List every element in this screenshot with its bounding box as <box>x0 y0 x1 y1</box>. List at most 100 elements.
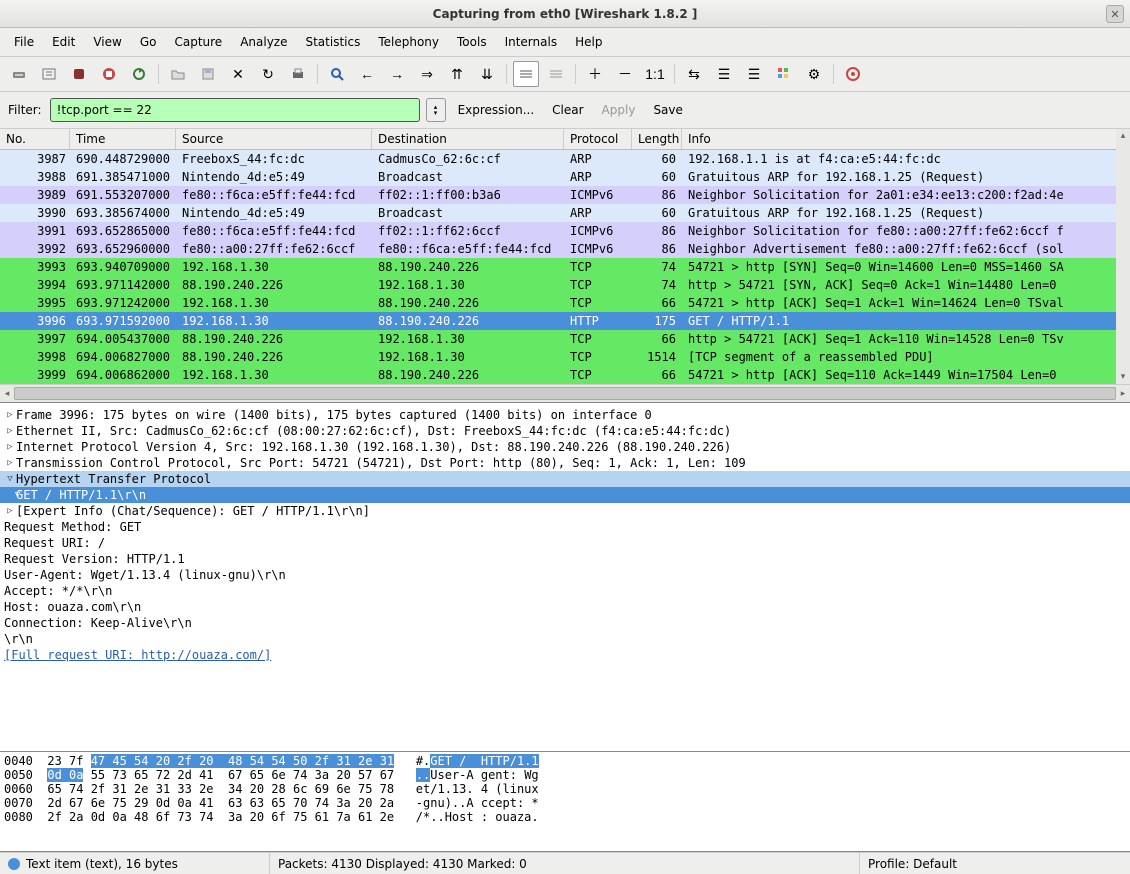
menu-file[interactable]: File <box>6 32 42 52</box>
packet-row[interactable]: 3994693.97114200088.190.240.226192.168.1… <box>0 276 1130 294</box>
detail-frame[interactable]: ▷Frame 3996: 175 bytes on wire (1400 bit… <box>0 407 1130 423</box>
capture-filters-icon[interactable]: ☰ <box>711 61 737 87</box>
filter-dropdown[interactable]: ▴▾ <box>426 98 446 122</box>
packet-details-pane[interactable]: ▷Frame 3996: 175 bytes on wire (1400 bit… <box>0 403 1130 752</box>
packet-row[interactable]: 3993693.940709000192.168.1.3088.190.240.… <box>0 258 1130 276</box>
find-icon[interactable] <box>324 61 350 87</box>
stop-capture-icon[interactable] <box>96 61 122 87</box>
status-right[interactable]: Profile: Default <box>860 853 1130 874</box>
packet-row[interactable]: 3998694.00682700088.190.240.226192.168.1… <box>0 348 1130 366</box>
hex-row[interactable]: 0070 2d 67 6e 75 29 0d 0a 41 63 63 65 70… <box>4 796 1126 810</box>
detail-accept[interactable]: Accept: */*\r\n <box>0 583 1130 599</box>
close-button[interactable]: ✕ <box>1106 5 1124 23</box>
detail-conn[interactable]: Connection: Keep-Alive\r\n <box>0 615 1130 631</box>
interfaces-icon[interactable] <box>6 61 32 87</box>
packet-row[interactable]: 3992693.652960000fe80::a00:27ff:fe62:6cc… <box>0 240 1130 258</box>
packet-row[interactable]: 3988691.385471000Nintendo_4d:e5:49Broadc… <box>0 168 1130 186</box>
col-source[interactable]: Source <box>176 129 372 149</box>
help-icon[interactable] <box>840 61 866 87</box>
autoscroll-icon[interactable] <box>543 61 569 87</box>
options-icon[interactable] <box>36 61 62 87</box>
go-forward-icon[interactable]: → <box>384 61 410 87</box>
menu-telephony[interactable]: Telephony <box>370 32 447 52</box>
apply-button[interactable]: Apply <box>596 101 642 119</box>
detail-get-line[interactable]: ▽ GET / HTTP/1.1\r\n <box>0 487 1130 503</box>
col-no[interactable]: No. <box>0 129 70 149</box>
separator <box>317 64 318 84</box>
detail-fulluri[interactable]: [Full request URI: http://ouaza.com/] <box>0 647 1130 663</box>
clear-button[interactable]: Clear <box>546 101 589 119</box>
detail-method[interactable]: Request Method: GET <box>0 519 1130 535</box>
colorize-icon[interactable] <box>513 61 539 87</box>
separator <box>506 64 507 84</box>
detail-uri[interactable]: Request URI: / <box>0 535 1130 551</box>
separator <box>575 64 576 84</box>
save-file-icon[interactable] <box>195 61 221 87</box>
packet-row[interactable]: 3997694.00543700088.190.240.226192.168.1… <box>0 330 1130 348</box>
menu-go[interactable]: Go <box>132 32 165 52</box>
close-file-icon[interactable]: ✕ <box>225 61 251 87</box>
detail-tcp[interactable]: ▷Transmission Control Protocol, Src Port… <box>0 455 1130 471</box>
preferences-icon[interactable]: ⚙ <box>801 61 827 87</box>
packet-list-body[interactable]: 3987690.448729000FreeboxS_44:fc:dcCadmus… <box>0 150 1130 384</box>
detail-host[interactable]: Host: ouaza.com\r\n <box>0 599 1130 615</box>
packet-row[interactable]: 3996693.971592000192.168.1.3088.190.240.… <box>0 312 1130 330</box>
packet-row[interactable]: 3995693.971242000192.168.1.3088.190.240.… <box>0 294 1130 312</box>
col-length[interactable]: Length <box>632 129 682 149</box>
menu-help[interactable]: Help <box>567 32 610 52</box>
expert-indicator-icon[interactable] <box>8 858 20 870</box>
zoom-in-icon[interactable]: ＋ <box>582 61 608 87</box>
hex-row[interactable]: 0060 65 74 2f 31 2e 31 33 2e 34 20 28 6c… <box>4 782 1126 796</box>
packet-list-header: No. Time Source Destination Protocol Len… <box>0 129 1130 150</box>
display-filters-icon[interactable]: ☰ <box>741 61 767 87</box>
menu-capture[interactable]: Capture <box>166 32 230 52</box>
packet-row[interactable]: 3990693.385674000Nintendo_4d:e5:49Broadc… <box>0 204 1130 222</box>
menu-analyze[interactable]: Analyze <box>232 32 295 52</box>
menu-view[interactable]: View <box>85 32 129 52</box>
detail-expert[interactable]: ▷ [Expert Info (Chat/Sequence): GET / HT… <box>0 503 1130 519</box>
zoom-out-icon[interactable]: － <box>612 61 638 87</box>
resize-columns-icon[interactable]: ⇆ <box>681 61 707 87</box>
detail-crlf[interactable]: \r\n <box>0 631 1130 647</box>
main-toolbar: ✕ ↻ ← → ⇒ ⇈ ⇊ ＋ － 1:1 ⇆ ☰ ☰ ⚙ <box>0 57 1130 92</box>
open-file-icon[interactable] <box>165 61 191 87</box>
restart-capture-icon[interactable] <box>126 61 152 87</box>
packet-row[interactable]: 3989691.553207000fe80::f6ca:e5ff:fe44:fc… <box>0 186 1130 204</box>
menu-tools[interactable]: Tools <box>449 32 495 52</box>
start-capture-icon[interactable] <box>66 61 92 87</box>
reload-icon[interactable]: ↻ <box>255 61 281 87</box>
packet-row[interactable]: 3999694.006862000192.168.1.3088.190.240.… <box>0 366 1130 384</box>
menu-statistics[interactable]: Statistics <box>297 32 368 52</box>
hex-row[interactable]: 0040 23 7f 47 45 54 20 2f 20 48 54 54 50… <box>4 754 1126 768</box>
zoom-reset-icon[interactable]: 1:1 <box>642 61 668 87</box>
go-back-icon[interactable]: ← <box>354 61 380 87</box>
hex-row[interactable]: 0050 0d 0a 55 73 65 72 2d 41 67 65 6e 74… <box>4 768 1126 782</box>
detail-http[interactable]: ▽Hypertext Transfer Protocol <box>0 471 1130 487</box>
menu-edit[interactable]: Edit <box>44 32 83 52</box>
vertical-scrollbar[interactable]: ▴▾ <box>1116 129 1130 384</box>
packet-bytes-pane[interactable]: 0040 23 7f 47 45 54 20 2f 20 48 54 54 50… <box>0 752 1130 852</box>
print-icon[interactable] <box>285 61 311 87</box>
menu-internals[interactable]: Internals <box>497 32 566 52</box>
detail-ethernet[interactable]: ▷Ethernet II, Src: CadmusCo_62:6c:cf (08… <box>0 423 1130 439</box>
horizontal-scrollbar[interactable]: ◂▸ <box>0 384 1130 402</box>
col-protocol[interactable]: Protocol <box>564 129 632 149</box>
filter-label: Filter: <box>8 103 44 117</box>
col-time[interactable]: Time <box>70 129 176 149</box>
col-info[interactable]: Info <box>682 129 1130 149</box>
detail-version[interactable]: Request Version: HTTP/1.1 <box>0 551 1130 567</box>
packet-row[interactable]: 3987690.448729000FreeboxS_44:fc:dcCadmus… <box>0 150 1130 168</box>
go-to-packet-icon[interactable]: ⇒ <box>414 61 440 87</box>
go-last-icon[interactable]: ⇊ <box>474 61 500 87</box>
filter-input[interactable] <box>50 98 420 122</box>
col-destination[interactable]: Destination <box>372 129 564 149</box>
expression-button[interactable]: Expression... <box>452 101 541 119</box>
status-bar: Text item (text), 16 bytes Packets: 4130… <box>0 852 1130 874</box>
save-button[interactable]: Save <box>647 101 688 119</box>
hex-row[interactable]: 0080 2f 2a 0d 0a 48 6f 73 74 3a 20 6f 75… <box>4 810 1126 824</box>
packet-row[interactable]: 3991693.652865000fe80::f6ca:e5ff:fe44:fc… <box>0 222 1130 240</box>
detail-ip[interactable]: ▷Internet Protocol Version 4, Src: 192.1… <box>0 439 1130 455</box>
coloring-rules-icon[interactable] <box>771 61 797 87</box>
go-first-icon[interactable]: ⇈ <box>444 61 470 87</box>
detail-ua[interactable]: User-Agent: Wget/1.13.4 (linux-gnu)\r\n <box>0 567 1130 583</box>
